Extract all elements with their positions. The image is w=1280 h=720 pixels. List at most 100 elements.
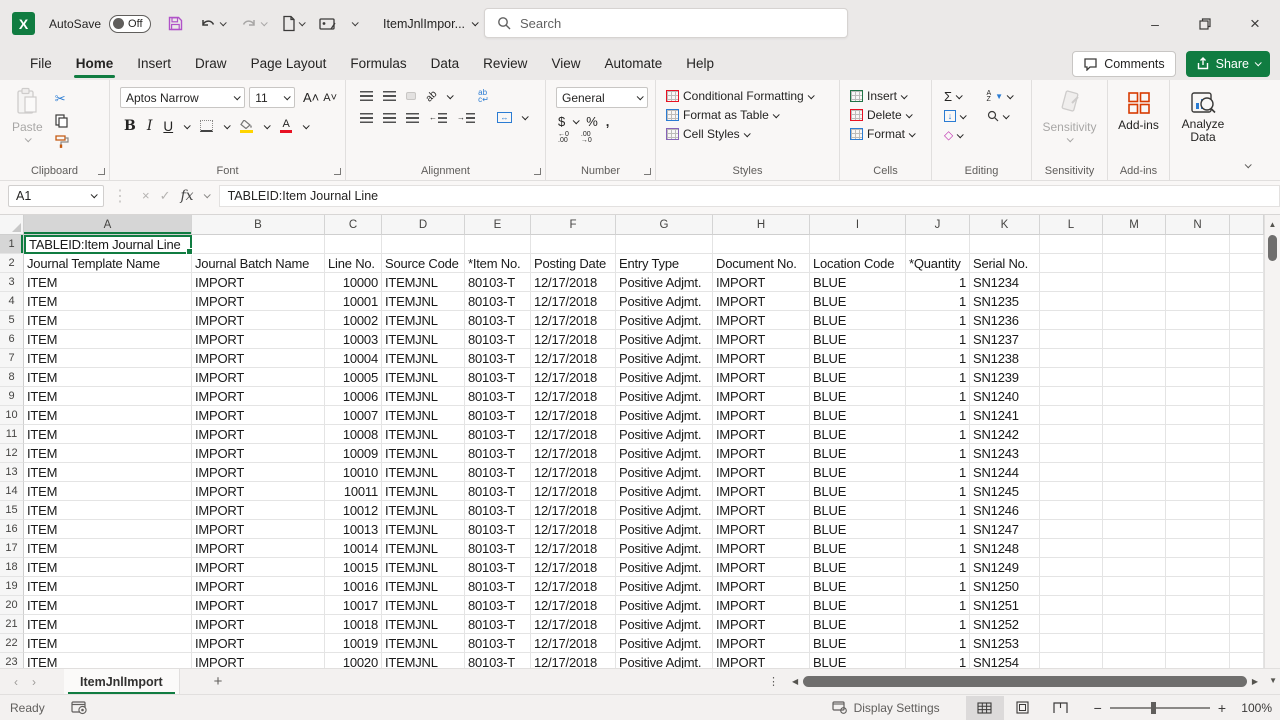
cell-C22[interactable]: 10019 [325, 634, 382, 653]
cell-A22[interactable]: ITEM [24, 634, 192, 653]
horizontal-scrollbar-thumb[interactable] [803, 676, 1247, 687]
row-header-6[interactable]: 6 [0, 330, 24, 349]
cell-K17[interactable]: SN1248 [970, 539, 1040, 558]
cell-J19[interactable]: 1 [906, 577, 970, 596]
page-break-view-button[interactable] [1042, 696, 1080, 720]
cell-G16[interactable]: Positive Adjmt. [616, 520, 713, 539]
cell-M21[interactable] [1103, 615, 1166, 634]
cell-C14[interactable]: 10011 [325, 482, 382, 501]
cell-N22[interactable] [1166, 634, 1230, 653]
restore-button[interactable] [1180, 0, 1230, 47]
cell-F7[interactable]: 12/17/2018 [531, 349, 616, 368]
cell-x22[interactable] [1230, 634, 1264, 653]
row-header-14[interactable]: 14 [0, 482, 24, 501]
cell-H7[interactable]: IMPORT [713, 349, 810, 368]
cell-x23[interactable] [1230, 653, 1264, 668]
cell-K8[interactable]: SN1239 [970, 368, 1040, 387]
cell-A23[interactable]: ITEM [24, 653, 192, 668]
cell-C4[interactable]: 10001 [325, 292, 382, 311]
cell-C2[interactable]: Line No. [325, 254, 382, 273]
cell-I12[interactable]: BLUE [810, 444, 906, 463]
cell-J3[interactable]: 1 [906, 273, 970, 292]
cell-D11[interactable]: ITEMJNL [382, 425, 465, 444]
cell-K23[interactable]: SN1254 [970, 653, 1040, 668]
cell-L17[interactable] [1040, 539, 1103, 558]
workbook-title[interactable]: ItemJnlImpor... [383, 17, 477, 31]
search-input[interactable]: Search [484, 8, 848, 38]
cell-I22[interactable]: BLUE [810, 634, 906, 653]
row-header-21[interactable]: 21 [0, 615, 24, 634]
sheet-tab-itemjnlimport[interactable]: ItemJnlImport [64, 669, 180, 695]
sort-filter-button[interactable]: AZ▼ [987, 91, 1026, 103]
cell-F11[interactable]: 12/17/2018 [531, 425, 616, 444]
cell-L8[interactable] [1040, 368, 1103, 387]
cell-B16[interactable]: IMPORT [192, 520, 325, 539]
cell-J10[interactable]: 1 [906, 406, 970, 425]
cell-M15[interactable] [1103, 501, 1166, 520]
qat-overflow-button[interactable] [352, 21, 357, 26]
cell-D18[interactable]: ITEMJNL [382, 558, 465, 577]
cell-G15[interactable]: Positive Adjmt. [616, 501, 713, 520]
cell-M5[interactable] [1103, 311, 1166, 330]
cell-K5[interactable]: SN1236 [970, 311, 1040, 330]
cell-E3[interactable]: 80103-T [465, 273, 531, 292]
ribbon-tab-help[interactable]: Help [674, 47, 726, 80]
cell-L1[interactable] [1040, 235, 1103, 254]
cell-x1[interactable] [1230, 235, 1264, 254]
cell-E15[interactable]: 80103-T [465, 501, 531, 520]
cell-N4[interactable] [1166, 292, 1230, 311]
cell-D3[interactable]: ITEMJNL [382, 273, 465, 292]
cell-B18[interactable]: IMPORT [192, 558, 325, 577]
cell-x7[interactable] [1230, 349, 1264, 368]
cell-N9[interactable] [1166, 387, 1230, 406]
cell-H16[interactable]: IMPORT [713, 520, 810, 539]
column-header-E[interactable]: E [465, 215, 531, 235]
row-header-2[interactable]: 2 [0, 254, 24, 273]
cell-B12[interactable]: IMPORT [192, 444, 325, 463]
orientation-button[interactable]: ab [424, 88, 440, 104]
cell-N18[interactable] [1166, 558, 1230, 577]
cell-H19[interactable]: IMPORT [713, 577, 810, 596]
cell-N10[interactable] [1166, 406, 1230, 425]
cell-x14[interactable] [1230, 482, 1264, 501]
cell-x20[interactable] [1230, 596, 1264, 615]
cell-F22[interactable]: 12/17/2018 [531, 634, 616, 653]
cell-M23[interactable] [1103, 653, 1166, 668]
cell-x19[interactable] [1230, 577, 1264, 596]
cell-H10[interactable]: IMPORT [713, 406, 810, 425]
page-layout-view-button[interactable] [1004, 696, 1042, 720]
cell-K18[interactable]: SN1249 [970, 558, 1040, 577]
cell-A1[interactable]: TABLEID:Item Journal Line [24, 235, 192, 254]
cell-A16[interactable]: ITEM [24, 520, 192, 539]
cell-K12[interactable]: SN1243 [970, 444, 1040, 463]
cell-K10[interactable]: SN1241 [970, 406, 1040, 425]
minimize-button[interactable]: – [1130, 0, 1180, 47]
cell-K2[interactable]: Serial No. [970, 254, 1040, 273]
font-color-button[interactable]: A [280, 119, 292, 133]
cell-B15[interactable]: IMPORT [192, 501, 325, 520]
cell-B2[interactable]: Journal Batch Name [192, 254, 325, 273]
cell-C20[interactable]: 10017 [325, 596, 382, 615]
cell-N19[interactable] [1166, 577, 1230, 596]
cell-L22[interactable] [1040, 634, 1103, 653]
ribbon-tab-automate[interactable]: Automate [592, 47, 674, 80]
cell-J6[interactable]: 1 [906, 330, 970, 349]
cell-C10[interactable]: 10007 [325, 406, 382, 425]
cell-L16[interactable] [1040, 520, 1103, 539]
cell-B20[interactable]: IMPORT [192, 596, 325, 615]
cell-K15[interactable]: SN1246 [970, 501, 1040, 520]
cell-G23[interactable]: Positive Adjmt. [616, 653, 713, 668]
autosave-toggle[interactable]: Off [109, 15, 151, 33]
font-name-combobox[interactable]: Aptos Narrow [120, 87, 245, 108]
cell-A5[interactable]: ITEM [24, 311, 192, 330]
clipboard-dialog-launcher[interactable] [98, 168, 105, 175]
cell-J23[interactable]: 1 [906, 653, 970, 668]
cell-G10[interactable]: Positive Adjmt. [616, 406, 713, 425]
cell-x15[interactable] [1230, 501, 1264, 520]
cell-B3[interactable]: IMPORT [192, 273, 325, 292]
cell-C3[interactable]: 10000 [325, 273, 382, 292]
zoom-slider[interactable] [1110, 707, 1210, 709]
decrease-indent-button[interactable]: ← [429, 113, 447, 123]
cell-F12[interactable]: 12/17/2018 [531, 444, 616, 463]
cell-F10[interactable]: 12/17/2018 [531, 406, 616, 425]
